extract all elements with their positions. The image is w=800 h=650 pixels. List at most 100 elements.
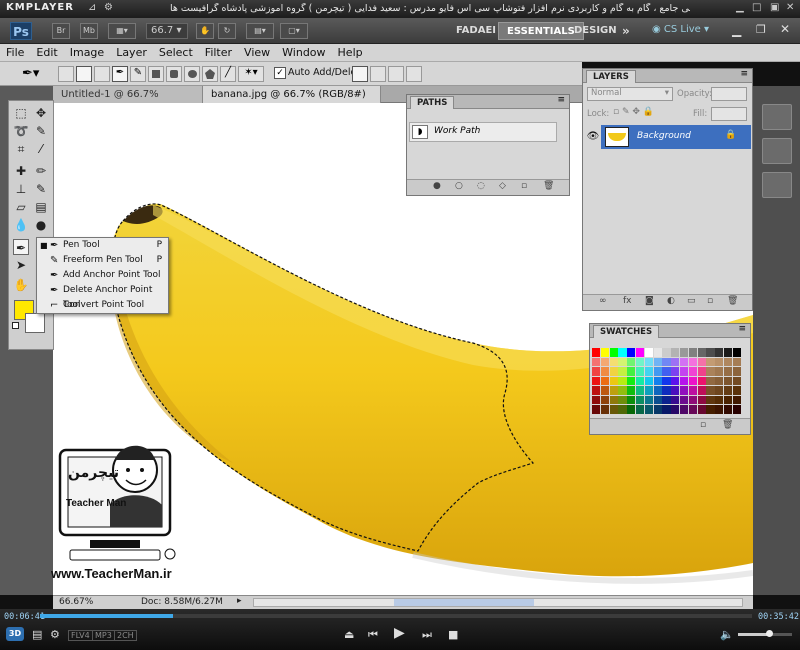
swatch[interactable] (662, 367, 671, 376)
path-row-work-path[interactable]: ◗ Work Path (409, 122, 557, 142)
flyout-freeform-pen-tool[interactable]: ✎ Freeform Pen Tool P (37, 253, 168, 268)
path-exclude-icon[interactable] (406, 66, 422, 82)
swatch[interactable] (600, 376, 609, 386)
fullscreen-icon[interactable]: ▣ (770, 2, 779, 13)
swatch[interactable] (697, 395, 706, 405)
opacity-field[interactable] (711, 87, 747, 101)
pen-tool-icon[interactable]: ✒ (13, 239, 29, 255)
settings-icon[interactable]: ⚙ (50, 628, 60, 641)
swatch[interactable] (644, 395, 653, 405)
background-color-swatch[interactable] (25, 313, 45, 333)
shape-layers-icon[interactable] (58, 66, 74, 82)
swatch[interactable] (732, 405, 741, 414)
swatch[interactable] (609, 376, 618, 386)
bridge-button[interactable]: Br (52, 23, 70, 39)
swatch[interactable] (662, 405, 671, 414)
tool-preset-picker[interactable]: ✒▾ (22, 66, 39, 81)
swatch[interactable] (653, 357, 662, 367)
path-add-icon[interactable] (352, 66, 368, 82)
swatch[interactable] (662, 376, 671, 386)
panel-menu-icon[interactable]: ≡ (557, 95, 565, 105)
rounded-rectangle-icon[interactable] (166, 66, 182, 82)
swatch[interactable] (697, 348, 706, 357)
swatch[interactable] (609, 386, 618, 395)
status-zoom[interactable]: 66.67% (59, 597, 93, 607)
swatch[interactable] (627, 405, 636, 414)
swatch[interactable] (697, 357, 706, 367)
swatch[interactable] (671, 386, 680, 395)
new-group-icon[interactable]: ▭ (687, 296, 696, 306)
swatch[interactable] (680, 348, 689, 357)
swatch[interactable] (732, 357, 741, 367)
swatch[interactable] (600, 348, 609, 357)
swatch[interactable] (636, 348, 645, 357)
swatch[interactable] (644, 357, 653, 367)
new-layer-icon[interactable]: ▫ (707, 296, 713, 306)
eraser-icon[interactable]: ▱ (13, 199, 29, 215)
swatch[interactable] (706, 405, 715, 414)
screen-mode-button[interactable]: ▢▾ (280, 23, 308, 39)
rectangle-icon[interactable] (148, 66, 164, 82)
layer-mask-icon[interactable]: ◙ (645, 296, 654, 306)
swatch[interactable] (680, 376, 689, 386)
stroke-path-icon[interactable]: ○ (455, 181, 463, 191)
swatch[interactable] (688, 405, 697, 414)
lasso-tool-icon[interactable]: ➰ (13, 123, 29, 139)
menu-view[interactable]: View (238, 44, 276, 59)
swatch[interactable] (609, 395, 618, 405)
swatch[interactable] (636, 367, 645, 376)
swatch[interactable] (636, 376, 645, 386)
swatch[interactable] (600, 405, 609, 414)
swatch[interactable] (636, 395, 645, 405)
swatch[interactable] (706, 395, 715, 405)
flyout-pen-tool[interactable]: ■ ✒ Pen Tool P (37, 238, 168, 253)
swatch[interactable] (644, 376, 653, 386)
playlist-icon[interactable]: ▤ (32, 628, 42, 641)
path-selection-icon[interactable]: ➤ (13, 257, 29, 273)
visibility-eye-icon[interactable]: 👁 (585, 125, 601, 149)
layer-style-icon[interactable]: fx (623, 296, 632, 306)
app-restore-icon[interactable]: ❐ (756, 23, 766, 36)
swatch[interactable] (600, 357, 609, 367)
seek-bar[interactable] (40, 614, 752, 618)
swatch[interactable] (688, 386, 697, 395)
custom-shape-icon[interactable]: ✶▾ (238, 66, 264, 82)
swatch[interactable] (636, 405, 645, 414)
lock-options-icon[interactable]: ▫ ✎ ✥ 🔒 (613, 107, 654, 117)
swatch[interactable] (724, 386, 733, 395)
history-brush-icon[interactable]: ✎ (33, 181, 49, 197)
color-panel-icon[interactable] (762, 104, 792, 130)
swatch[interactable] (724, 367, 733, 376)
swatch-grid[interactable] (592, 348, 742, 418)
swatch[interactable] (592, 367, 601, 376)
quick-selection-icon[interactable]: ✎ (33, 123, 49, 139)
swatch[interactable] (627, 395, 636, 405)
cs-live-button[interactable]: ◉ CS Live ▾ (652, 24, 709, 35)
swatch[interactable] (724, 395, 733, 405)
adjustments-panel-icon[interactable] (762, 138, 792, 164)
menu-layer[interactable]: Layer (110, 44, 153, 59)
swatch[interactable] (715, 376, 724, 386)
more-workspaces-icon[interactable]: » (614, 22, 638, 40)
link-layers-icon[interactable]: ∞ (599, 296, 607, 306)
3d-badge[interactable]: 3D (6, 627, 24, 641)
swatch[interactable] (592, 348, 601, 357)
swatch[interactable] (618, 395, 627, 405)
swatch[interactable] (688, 395, 697, 405)
swatch[interactable] (600, 367, 609, 376)
swatch[interactable] (732, 386, 741, 395)
swatch[interactable] (688, 367, 697, 376)
delete-path-icon[interactable]: 🗑 (543, 181, 554, 191)
swatch[interactable] (715, 395, 724, 405)
path-intersect-icon[interactable] (388, 66, 404, 82)
tab-untitled[interactable]: Untitled-1 @ 66.7% (RGB/8) *✕ (53, 86, 203, 117)
swatch[interactable] (671, 357, 680, 367)
swatch[interactable] (618, 367, 627, 376)
swatch[interactable] (680, 367, 689, 376)
swatch[interactable] (688, 348, 697, 357)
panel-menu-icon[interactable]: ≡ (738, 324, 746, 334)
marquee-tool-icon[interactable]: ⬚ (13, 105, 29, 121)
mute-icon[interactable]: 🔈 (720, 628, 734, 641)
pen-option-icon[interactable]: ✒ (112, 66, 128, 82)
new-path-icon[interactable]: ▫ (521, 181, 527, 191)
